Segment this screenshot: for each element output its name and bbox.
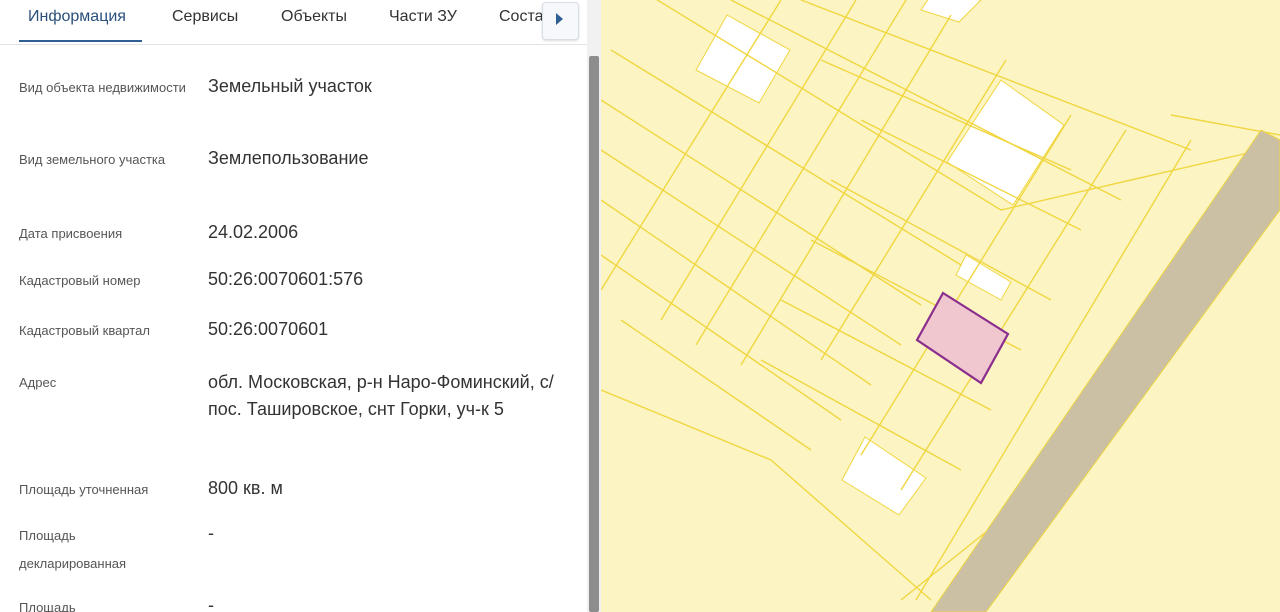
field-value-address: обл. Московская, р-н Наро-Фоминский, с/п… (208, 372, 554, 419)
empty-plot (695, 14, 791, 104)
empty-plot (955, 254, 1012, 301)
panel-scrollbar-thumb[interactable] (589, 56, 599, 612)
field-value-area: - (208, 595, 214, 612)
cadastral-map-canvas[interactable] (601, 0, 1280, 612)
tab-composition[interactable]: Соста (499, 8, 544, 26)
tab-objects[interactable]: Объекты (281, 8, 347, 26)
parcel-line (620, 319, 812, 451)
field-value-declared-area: - (208, 523, 214, 543)
empty-plot (841, 436, 927, 516)
field-value-cadastral-quarter: 50:26:0070601 (208, 319, 329, 339)
parcel-line (610, 49, 962, 266)
field-label-declared-area: Площадь декларированная (19, 528, 127, 571)
active-tab-indicator (19, 40, 142, 42)
parcel-line (601, 0, 782, 291)
empty-plot (920, 0, 982, 23)
chevron-right-icon (556, 13, 563, 25)
empty-plots (695, 0, 1065, 516)
field-value-assignment-date: 24.02.2006 (208, 222, 299, 242)
field-label-area: Площадь (19, 600, 76, 612)
selected-parcel[interactable] (915, 291, 1010, 385)
field-value-specified-area: 800 кв. м (208, 478, 283, 498)
field-label-object-type: Вид объекта недвижимости (19, 80, 186, 95)
parcel-line (601, 149, 902, 346)
field-label-cadastral-number: Кадастровый номер (19, 273, 141, 288)
cadastral-map[interactable] (601, 0, 1280, 612)
field-value-land-type: Землепользование (208, 148, 369, 168)
info-panel: Информация Сервисы Объекты Части ЗУ Сост… (0, 0, 587, 612)
field-label-land-type: Вид земельного участка (19, 152, 166, 167)
field-value-cadastral-number: 50:26:0070601:576 (208, 269, 364, 289)
empty-plot (946, 79, 1065, 206)
parcel-line (601, 254, 842, 421)
tab-information[interactable]: Информация (28, 8, 126, 26)
tab-services[interactable]: Сервисы (172, 8, 238, 26)
field-label-address: Адрес (19, 375, 57, 390)
field-label-specified-area: Площадь уточненная (19, 482, 149, 497)
tab-land-parts[interactable]: Части ЗУ (389, 8, 457, 26)
tabs-scroll-right-button[interactable] (542, 2, 579, 40)
field-label-assignment-date: Дата присвоения (19, 226, 123, 241)
tab-bar: Информация Сервисы Объекты Части ЗУ Сост… (0, 0, 587, 45)
field-value-object-type: Земельный участок (208, 76, 372, 96)
field-label-cadastral-quarter: Кадастровый квартал (19, 323, 150, 338)
parcel-line (601, 199, 872, 386)
